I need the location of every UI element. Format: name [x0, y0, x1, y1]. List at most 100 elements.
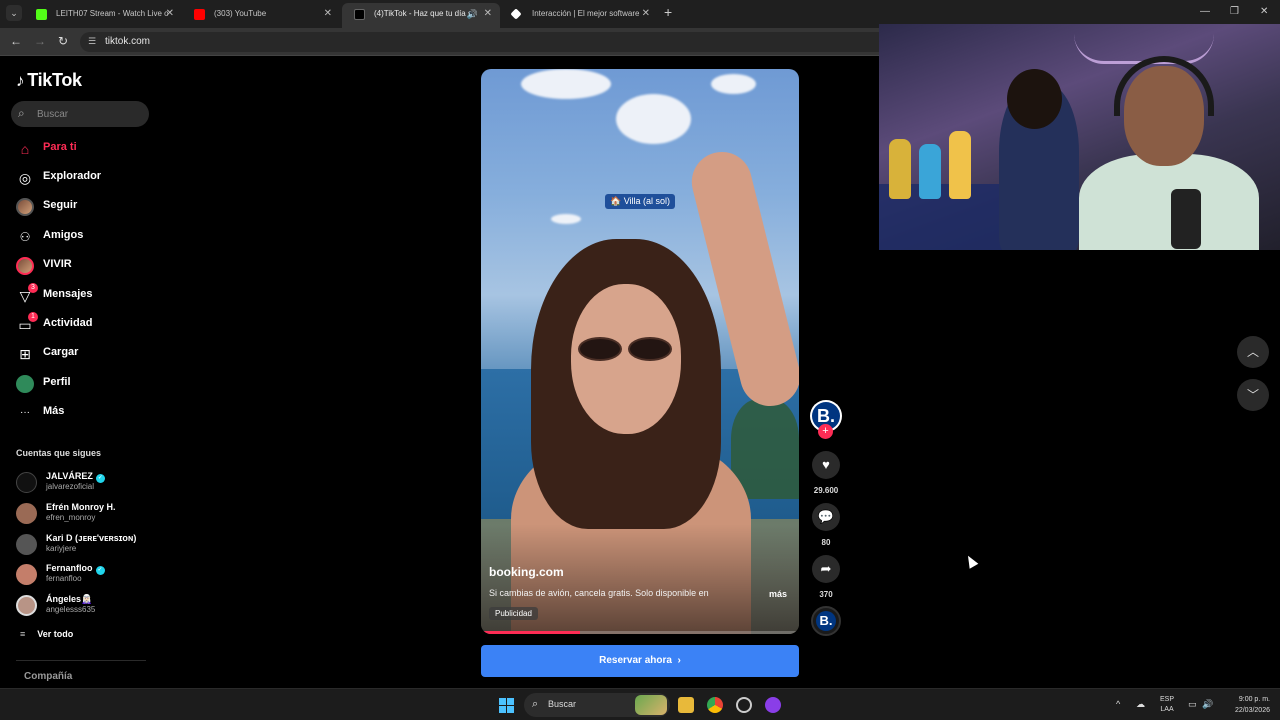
- next-video-button[interactable]: ﹀: [1237, 379, 1269, 411]
- verified-icon: ✓: [95, 566, 105, 575]
- forward-icon[interactable]: →: [34, 34, 46, 48]
- figurines: [884, 119, 984, 199]
- video-scene: [521, 69, 611, 99]
- following-account[interactable]: Efrén Monroy H. efren_monroy: [16, 500, 156, 526]
- reserve-now-button[interactable]: Reservar ahora ›: [481, 645, 799, 677]
- avatar: [16, 564, 37, 585]
- following-account[interactable]: Fernanfloo ✓ fernanfloo: [16, 561, 156, 587]
- live-avatar-icon: [16, 257, 34, 275]
- restore-icon[interactable]: ❐: [1230, 6, 1239, 17]
- close-tab-icon[interactable]: ✕: [642, 3, 650, 25]
- nav-mensajes[interactable]: ▽ 3 Mensajes: [16, 283, 156, 307]
- following-account[interactable]: Kari D (ᴊᴇʀᴇ'ᴠᴇʀsɪᴏɴ) kariyjere: [16, 531, 156, 557]
- friends-icon: ⚇: [19, 230, 31, 244]
- company-link[interactable]: Compañía: [24, 671, 72, 682]
- tiktok-note-icon: ♪: [16, 71, 25, 90]
- like-button[interactable]: ♥: [812, 451, 840, 479]
- language-indicator[interactable]: ESP LAA: [1160, 695, 1174, 715]
- app-icon[interactable]: [736, 697, 752, 713]
- back-icon[interactable]: ←: [10, 34, 22, 48]
- close-tab-icon[interactable]: ✕: [324, 3, 332, 25]
- taskbar: ⌕ Buscar ^ ☁ ESP LAA ▭ 🔊 9:00 p. m. 22/0…: [0, 688, 1280, 720]
- search-icon: ⌕: [18, 106, 25, 120]
- search-input[interactable]: [37, 106, 142, 122]
- comment-icon: 💬: [817, 509, 835, 524]
- search-highlight-image: [635, 695, 667, 715]
- tiktok-favicon-icon: [354, 9, 365, 20]
- following-avatar-icon: [16, 198, 34, 216]
- windows-start-icon[interactable]: [499, 698, 514, 713]
- close-tab-icon[interactable]: ✕: [484, 3, 492, 25]
- site-info-icon[interactable]: ☰: [88, 36, 96, 47]
- minimize-icon[interactable]: —: [1200, 6, 1210, 17]
- url-field[interactable]: ☰ tiktok.com: [80, 32, 880, 52]
- new-tab-button[interactable]: +: [664, 4, 672, 20]
- file-explorer-icon[interactable]: [678, 697, 694, 713]
- close-tab-icon[interactable]: ✕: [166, 3, 174, 25]
- video-caption: Si cambias de avión, cancela gratis. Sol…: [489, 588, 709, 598]
- avatar: [16, 595, 37, 616]
- activity-badge: 1: [28, 312, 38, 322]
- video-author[interactable]: booking.com: [489, 565, 564, 579]
- following-section-title: Cuentas que sigues: [16, 448, 102, 458]
- nav-amigos[interactable]: ⚇ Amigos: [16, 226, 156, 248]
- speaker-icon[interactable]: 🔊: [467, 3, 478, 25]
- nav-para-ti[interactable]: ⌂ Para ti: [16, 138, 156, 160]
- following-account[interactable]: Ángeles🧝🏻‍♀️ angelesss635: [16, 592, 156, 618]
- nav-mas[interactable]: ··· Más: [16, 402, 156, 424]
- avatar: [16, 472, 37, 493]
- share-count: 370: [819, 590, 833, 599]
- compass-icon: ◎: [18, 170, 32, 186]
- share-button[interactable]: ➦: [812, 555, 840, 583]
- tab-search-button[interactable]: ⌄: [6, 5, 22, 21]
- caption-more-button[interactable]: más: [769, 589, 787, 599]
- nav-seguir[interactable]: Seguir: [16, 196, 156, 218]
- chevron-down-icon: ﹀: [1246, 388, 1259, 402]
- avatar: [16, 503, 37, 524]
- browser-tab[interactable]: LEITH07 Stream - Watch Live o ✕: [24, 3, 182, 28]
- nav-explorador[interactable]: ◎ Explorador: [16, 167, 156, 189]
- monitor-icon[interactable]: ▭: [1188, 699, 1197, 710]
- comment-button[interactable]: 💬: [812, 503, 840, 531]
- video-progress-fill: [481, 631, 580, 634]
- network-icon[interactable]: ☁: [1136, 699, 1145, 710]
- chevron-up-icon[interactable]: ^: [1116, 699, 1120, 709]
- video-player[interactable]: 🏠 Villa (al sol) booking.com Si cambias …: [481, 69, 799, 634]
- like-count: 29.600: [813, 486, 839, 495]
- share-icon: ➦: [820, 561, 832, 576]
- video-progress-bar[interactable]: [481, 631, 799, 634]
- address-bar: ← → ↻ ☰ tiktok.com: [0, 28, 880, 56]
- webcam-overlay: [879, 24, 1280, 250]
- taskbar-search[interactable]: ⌕ Buscar: [524, 693, 670, 717]
- youtube-favicon-icon: [194, 9, 205, 20]
- more-icon: ···: [20, 407, 30, 418]
- sunglasses: [578, 337, 673, 361]
- browser-tab-active[interactable]: (4)TikTok - Haz que tu día s 🔊 ✕: [342, 3, 500, 28]
- sound-disc[interactable]: B.: [811, 606, 841, 636]
- see-all-button[interactable]: ≡ Ver todo: [20, 629, 73, 639]
- nav-perfil[interactable]: Perfil: [16, 373, 156, 395]
- verified-icon: ✓: [95, 474, 105, 483]
- chrome-icon[interactable]: [707, 697, 723, 713]
- nav-cargar[interactable]: ⊞ Cargar: [16, 343, 156, 365]
- follow-plus-icon[interactable]: +: [818, 424, 833, 439]
- nav-vivir[interactable]: VIVIR: [16, 255, 156, 277]
- following-account[interactable]: JALVÁREZ ✓ jalvarezoficial: [16, 469, 156, 495]
- previous-video-button[interactable]: ︿: [1237, 336, 1269, 368]
- divider: [16, 660, 146, 661]
- avatar: [16, 534, 37, 555]
- nav-actividad[interactable]: ▭ 1 Actividad: [16, 312, 156, 336]
- tiktok-logo[interactable]: ♪ TikTok: [16, 70, 82, 91]
- location-chip[interactable]: 🏠 Villa (al sol): [605, 194, 676, 209]
- browser-tab[interactable]: Interacción | El mejor software ✕: [500, 3, 658, 28]
- microphone: [1171, 189, 1201, 249]
- close-window-icon[interactable]: ✕: [1260, 6, 1268, 17]
- search-icon: ⌕: [532, 698, 539, 710]
- clock[interactable]: 9:00 p. m. 22/03/2026: [1226, 694, 1270, 716]
- upload-icon: ⊞: [19, 346, 31, 362]
- reload-icon[interactable]: ↻: [58, 34, 68, 48]
- browser-tab[interactable]: (303) YouTube ✕: [182, 3, 340, 28]
- volume-icon[interactable]: 🔊: [1202, 699, 1213, 710]
- streaming-app-icon[interactable]: [765, 697, 781, 713]
- search-box[interactable]: ⌕: [11, 101, 149, 127]
